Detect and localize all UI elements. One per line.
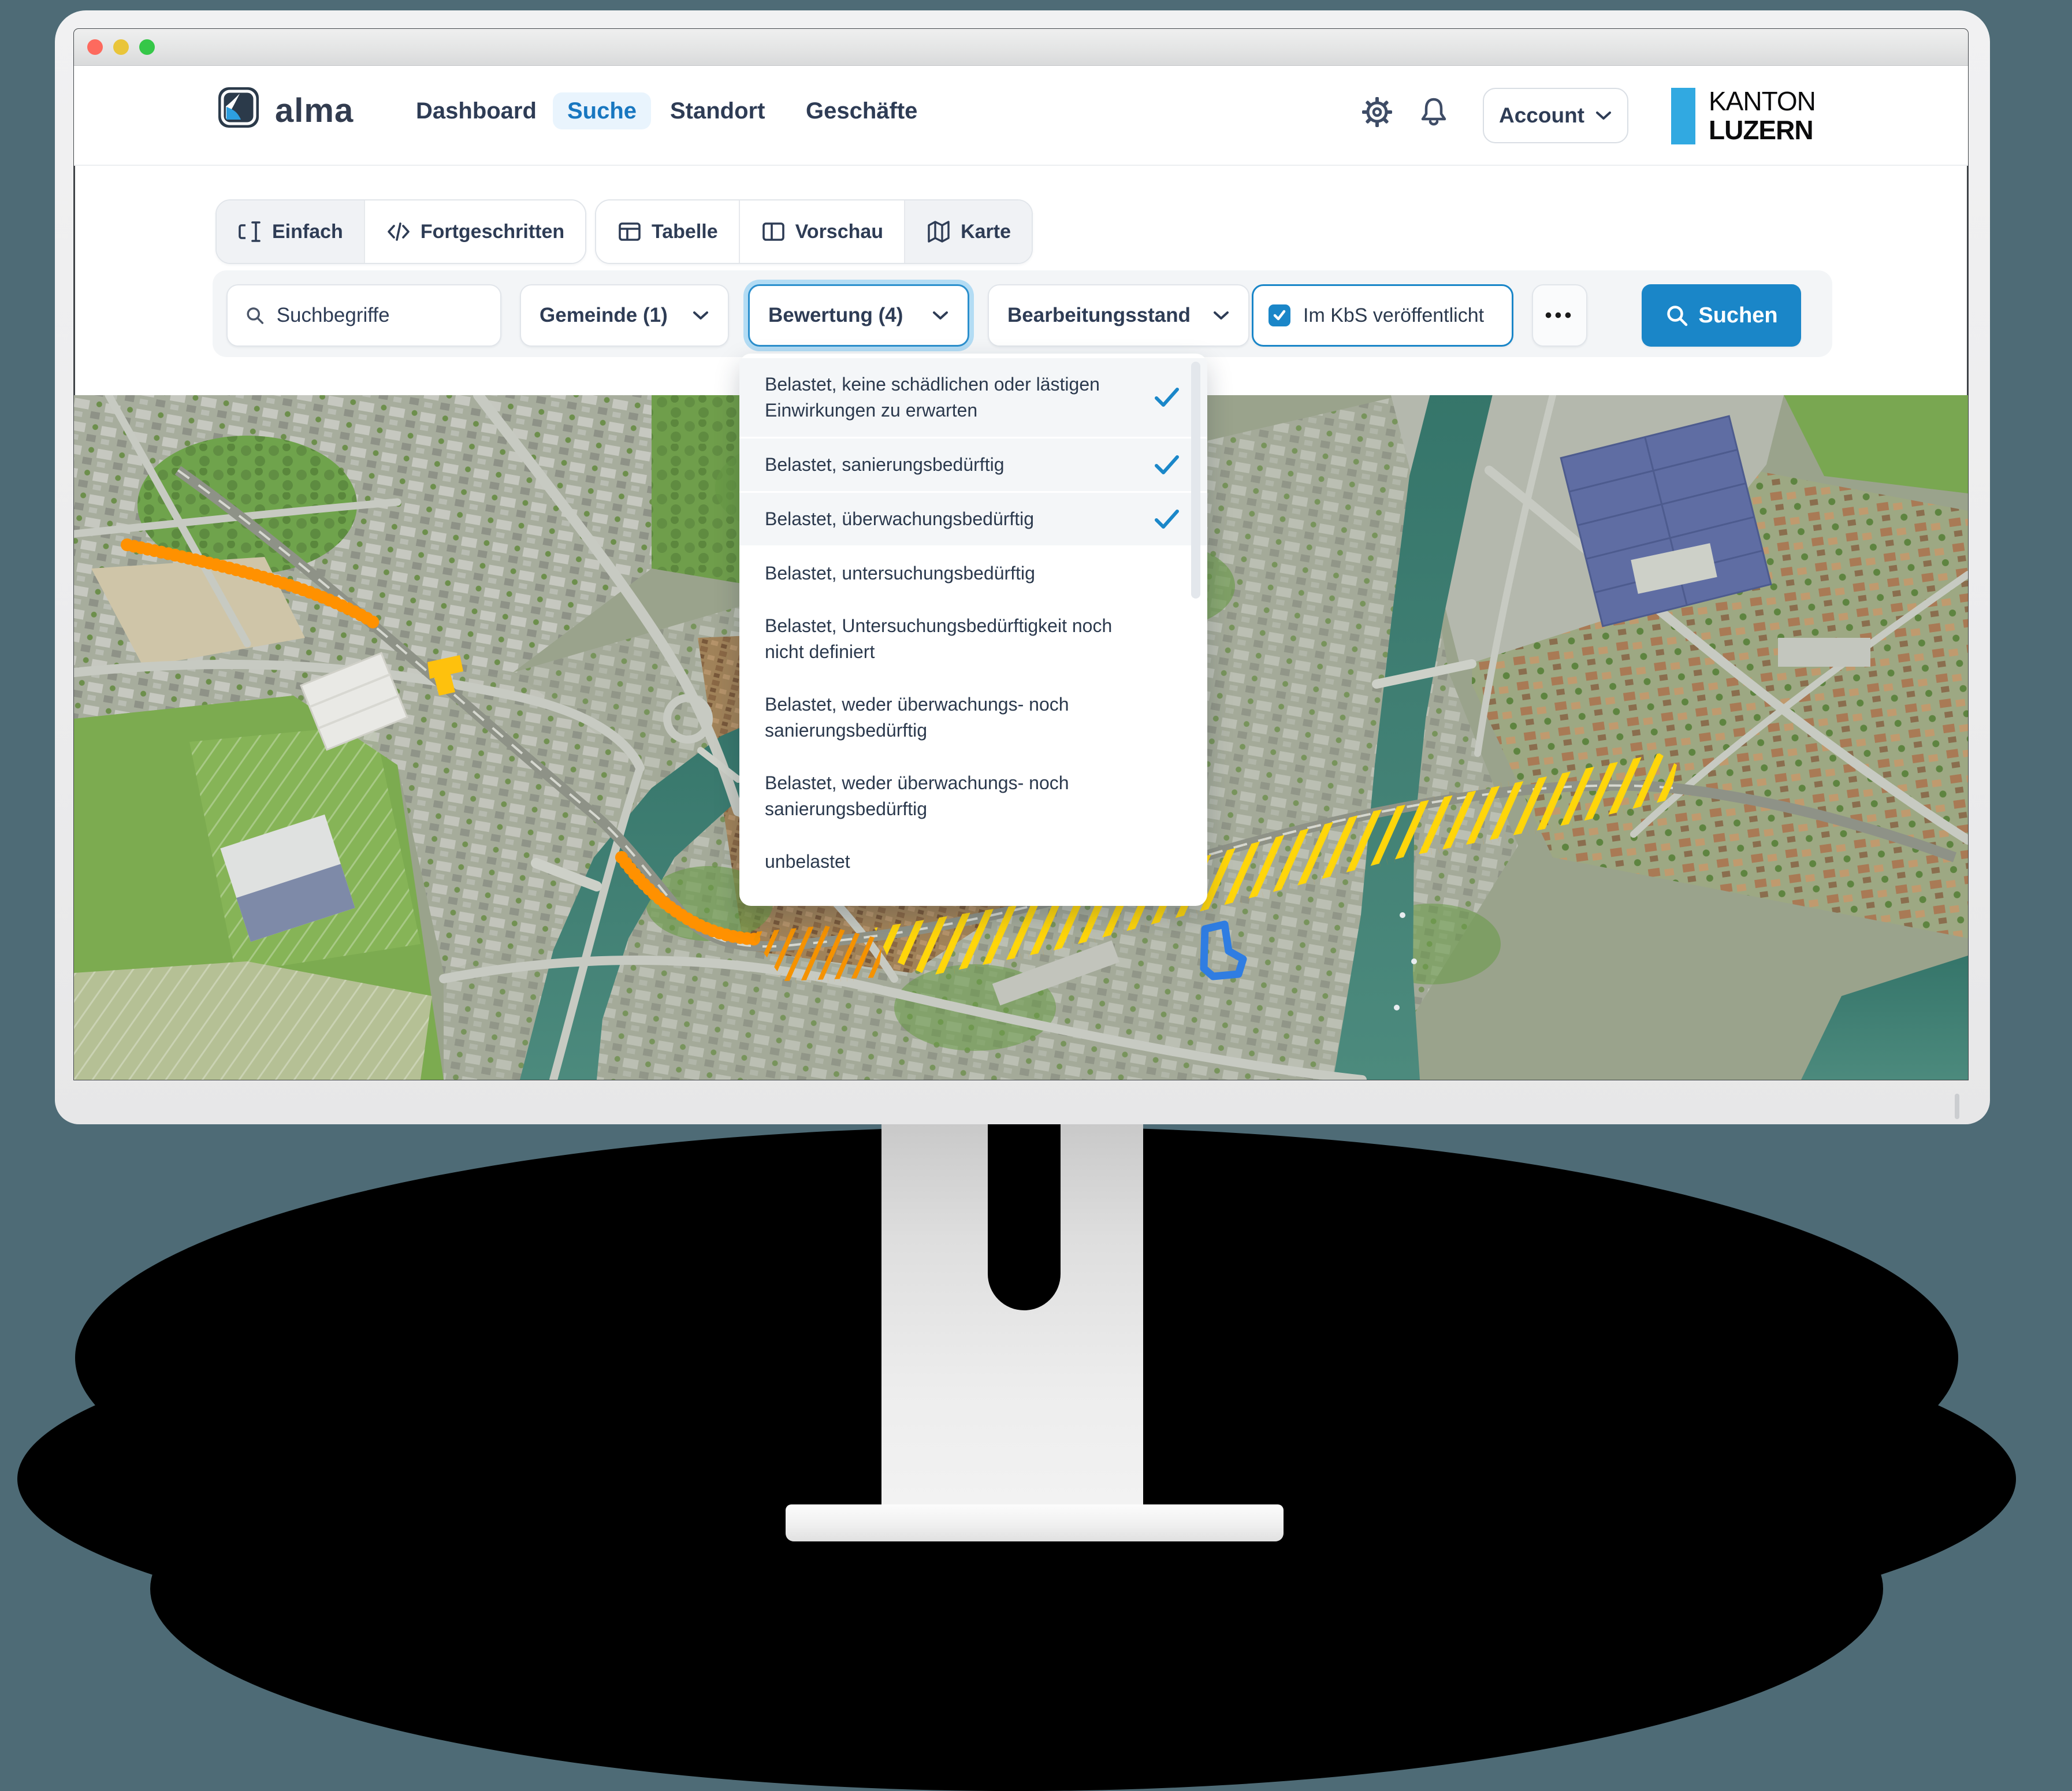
chevron-down-icon xyxy=(1595,110,1612,121)
nav-item-geschaefte[interactable]: Geschäfte xyxy=(806,92,917,129)
kanton-luzern-logo-bar xyxy=(1671,88,1695,144)
segment-fortgeschritten[interactable]: Fortgeschritten xyxy=(364,200,585,263)
bewertung-option[interactable]: Belastet, untersuchungsbedürftig xyxy=(739,547,1207,600)
search-field[interactable] xyxy=(226,284,501,347)
window-minimize-button[interactable] xyxy=(113,39,129,55)
split-view-icon xyxy=(761,219,786,244)
bewertung-option[interactable]: Belastet, weder überwachungs- noch sanie… xyxy=(739,757,1207,835)
bewertung-dropdown[interactable]: Bewertung (4) xyxy=(748,284,969,347)
segment-tabelle[interactable]: Tabelle xyxy=(596,200,739,263)
window-close-button[interactable] xyxy=(87,39,103,55)
kbs-label: Im KbS veröffentlicht xyxy=(1303,304,1484,327)
search-icon xyxy=(1665,303,1689,328)
search-submit-button[interactable]: Suchen xyxy=(1642,284,1801,347)
bearbeitungsstand-dropdown[interactable]: Bearbeitungsstand xyxy=(988,284,1249,347)
search-mode-toggle: Einfach Fortgeschritten xyxy=(215,199,586,264)
bewertung-option[interactable]: Belastet, Untersuchungsbedürftigkeit noc… xyxy=(739,600,1207,678)
table-icon xyxy=(617,219,642,244)
bewertung-options-panel: Belastet, keine schädlichen oder lästige… xyxy=(739,354,1207,906)
window-zoom-button[interactable] xyxy=(139,39,155,55)
monitor-power-slot xyxy=(1955,1094,1959,1119)
text-cursor-icon xyxy=(237,219,263,244)
chevron-down-icon xyxy=(692,310,709,321)
screen: alma Dashboard Suche Standort Geschäfte xyxy=(74,29,1968,1080)
bewertung-option[interactable]: Belastet, sanierungsbedürftig xyxy=(739,439,1207,493)
segment-karte[interactable]: Karte xyxy=(904,200,1032,263)
alma-logo-icon xyxy=(218,87,259,128)
notifications-bell-icon[interactable] xyxy=(1418,96,1450,128)
bewertung-option[interactable]: Belastet, überwachungsbedürftig xyxy=(739,493,1207,547)
dropdown-scrollbar[interactable] xyxy=(1191,362,1200,599)
segment-vorschau[interactable]: Vorschau xyxy=(739,200,904,263)
check-icon xyxy=(1272,308,1287,323)
nav-item-dashboard[interactable]: Dashboard xyxy=(416,92,537,129)
gemeinde-dropdown[interactable]: Gemeinde (1) xyxy=(520,284,729,347)
kbs-published-filter[interactable]: Im KbS veröffentlicht xyxy=(1252,284,1513,347)
code-icon xyxy=(386,219,411,244)
kanton-luzern-logo-text: KANTON LUZERN xyxy=(1709,87,1816,144)
segment-einfach[interactable]: Einfach xyxy=(217,200,364,263)
map-icon xyxy=(926,219,951,244)
app-header: alma Dashboard Suche Standort Geschäfte xyxy=(74,66,1968,166)
check-icon xyxy=(1154,387,1180,408)
bewertung-option[interactable]: Belastet, weder überwachungs- noch sanie… xyxy=(739,678,1207,757)
more-filters-button[interactable]: ••• xyxy=(1532,284,1587,347)
nav-item-standort[interactable]: Standort xyxy=(670,92,765,129)
chevron-down-icon xyxy=(932,310,949,321)
app-title: alma xyxy=(275,91,354,130)
monitor-stand-cable-hole xyxy=(988,1124,1061,1310)
account-label: Account xyxy=(1499,103,1584,128)
checkbox-checked[interactable] xyxy=(1269,304,1290,326)
bewertung-option[interactable]: unbelastet xyxy=(739,835,1207,888)
nav-item-suche[interactable]: Suche xyxy=(553,92,651,129)
search-input[interactable] xyxy=(277,304,483,327)
monitor-stand-base xyxy=(786,1504,1284,1541)
check-icon xyxy=(1154,455,1180,475)
settings-gear-icon[interactable] xyxy=(1361,96,1393,128)
window-titlebar xyxy=(74,29,1968,66)
check-icon xyxy=(1154,509,1180,530)
view-mode-toggle: Tabelle Vorschau Karte xyxy=(595,199,1033,264)
bewertung-option[interactable]: Belastet, keine schädlichen oder lästige… xyxy=(739,358,1207,439)
account-menu-button[interactable]: Account xyxy=(1483,88,1628,143)
chevron-down-icon xyxy=(1212,310,1230,321)
search-icon xyxy=(245,304,265,327)
